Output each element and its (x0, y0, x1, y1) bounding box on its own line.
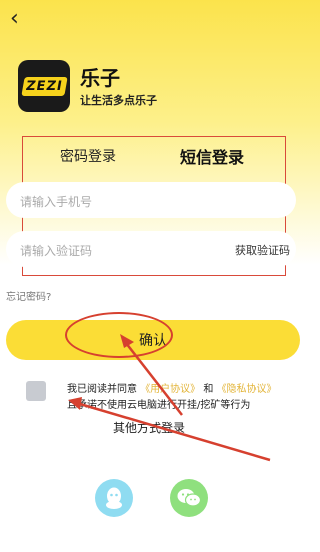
annotation-arrow-agreement (79, 402, 271, 462)
annotation-arrow-confirm (125, 342, 183, 416)
annotation-arrowhead-confirm (120, 334, 134, 348)
annotation-arrowhead-agreement (68, 397, 82, 410)
annotation-arrows (68, 334, 271, 462)
